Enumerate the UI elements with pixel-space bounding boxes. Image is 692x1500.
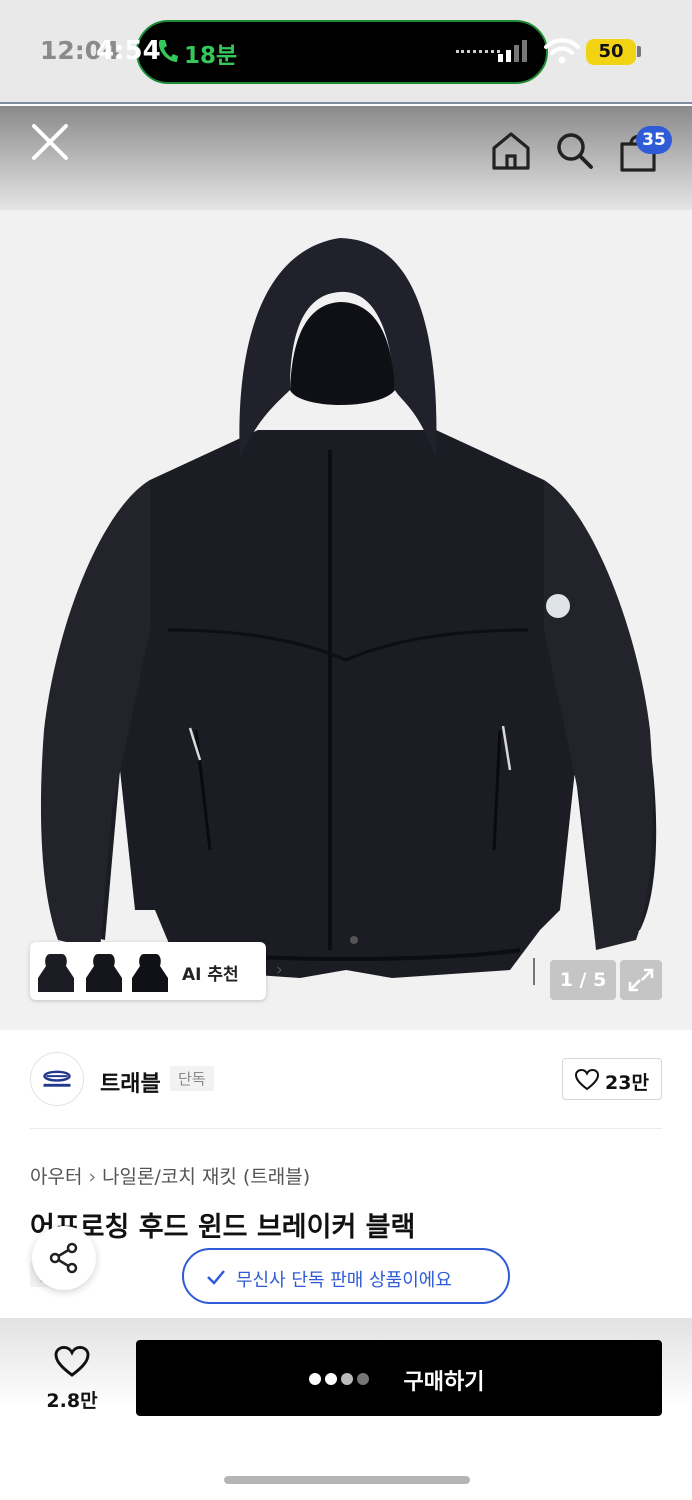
brand-logo[interactable] <box>30 1052 84 1106</box>
signal-icon <box>498 40 527 62</box>
brand-like-button[interactable]: 23만 <box>562 1058 662 1100</box>
home-indicator[interactable] <box>224 1476 470 1484</box>
divider <box>30 1128 662 1129</box>
search-icon[interactable] <box>554 130 594 172</box>
recommend-thumb-2[interactable] <box>84 950 124 994</box>
buy-button[interactable]: 구매하기 <box>136 1340 662 1416</box>
status-time: 4:54 <box>96 36 161 66</box>
cart-count-badge: 35 <box>636 126 672 154</box>
chevron-right-icon: › <box>88 1166 97 1188</box>
signal-dots <box>456 50 500 54</box>
share-button[interactable] <box>32 1226 96 1290</box>
close-icon[interactable] <box>28 120 72 164</box>
brand-name[interactable]: 트래블 <box>100 1066 161 1098</box>
breadcrumb-item-category[interactable]: 나일론/코치 재킷 (트래블) <box>102 1166 310 1188</box>
wish-count: 2.8만 <box>46 1390 98 1412</box>
expand-icon[interactable] <box>620 960 662 1000</box>
wifi-icon <box>544 38 580 64</box>
check-icon <box>207 1270 225 1285</box>
product-image[interactable] <box>0 210 692 1030</box>
exclusive-notice-text: 무신사 단독 판매 상품이에요 <box>236 1270 452 1291</box>
exclusive-notice-pill: 무신사 단독 판매 상품이에요 <box>182 1248 510 1304</box>
image-page-counter: 1 / 5 <box>550 960 616 1000</box>
exclusive-tag: 단독 <box>170 1066 214 1091</box>
recommend-thumb-1[interactable] <box>36 950 76 994</box>
wish-button[interactable]: 2.8만 <box>30 1340 114 1416</box>
brand-like-count: 23만 <box>605 1072 649 1094</box>
call-duration: 18분 <box>184 43 238 69</box>
share-icon <box>49 1242 78 1274</box>
heart-icon <box>575 1069 599 1091</box>
ai-recommend-chip[interactable]: AI 추천 › <box>30 942 283 1000</box>
phone-icon <box>158 40 178 62</box>
home-icon[interactable] <box>490 130 532 172</box>
chevron-right-icon: › <box>276 960 283 980</box>
breadcrumb: 아우터 › 나일론/코치 재킷 (트래블) <box>30 1162 310 1189</box>
heart-icon <box>54 1346 90 1377</box>
recommend-thumb-3[interactable] <box>130 950 170 994</box>
ai-recommend-label: AI 추천 <box>182 965 239 985</box>
buy-button-label: 구매하기 <box>403 1370 485 1395</box>
battery-indicator: 50 <box>586 39 636 65</box>
breadcrumb-item-outer[interactable]: 아우터 <box>30 1166 82 1188</box>
battery-cap <box>637 46 641 57</box>
jacket-image <box>40 238 657 985</box>
